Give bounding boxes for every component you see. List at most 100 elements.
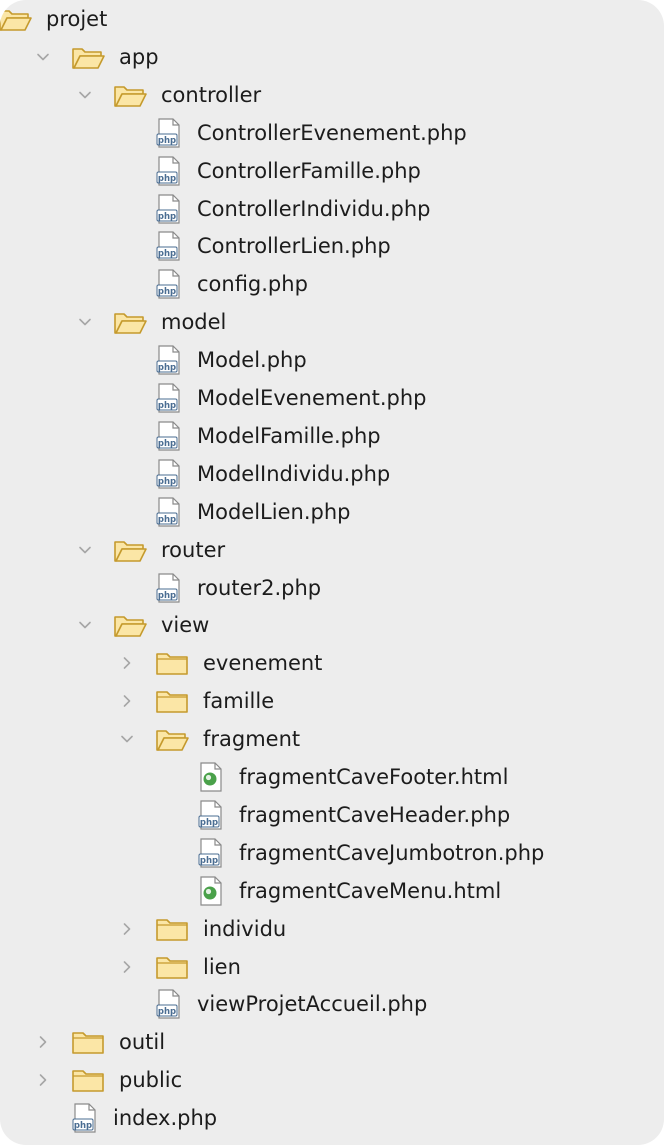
chevron-right-icon[interactable] [33,1070,53,1090]
tree-file-row[interactable]: php Model.php [117,341,307,379]
tree-file-row[interactable]: php ControllerIndividu.php [117,190,431,228]
php-file-icon: php [155,269,183,299]
php-file-icon: php [155,118,183,148]
tree-file-row[interactable]: php viewProjetAccueil.php [117,985,427,1023]
tree-folder-row[interactable]: famille [117,682,274,720]
tree-item-label: evenement [203,651,323,676]
php-file-icon: php [155,231,183,261]
open-folder-icon [155,726,189,752]
tree-folder-row[interactable]: individu [117,910,286,948]
tree-file-row[interactable]: fragmentCaveMenu.html [159,872,501,910]
chevron-down-icon[interactable] [75,615,95,635]
tree-file-row[interactable]: php ModelEvenement.php [117,379,426,417]
folder-icon [155,650,189,676]
chevron-down-icon[interactable] [75,540,95,560]
tree-item-label: config.php [197,272,308,297]
chevron-right-icon[interactable] [33,1032,53,1052]
tree-folder-row[interactable]: view [75,606,209,644]
tree-file-row[interactable]: php fragmentCaveHeader.php [159,796,510,834]
tree-file-row[interactable]: php ModelLien.php [117,493,350,531]
folder-icon [155,954,189,980]
tree-item-label: Model.php [197,348,307,373]
tree-folder-row[interactable]: projet [0,0,107,38]
open-folder-icon [113,537,147,563]
tree-item-label: ModelIndividu.php [197,461,391,486]
tree-file-row[interactable]: php index.php [33,1099,217,1137]
svg-text:php: php [158,477,176,487]
chevron-down-icon[interactable] [33,47,53,67]
tree-folder-row[interactable]: controller [75,76,261,114]
php-file-icon: php [155,572,183,603]
tree-folder-row[interactable]: outil [33,1023,165,1061]
tree-folder-row[interactable]: evenement [117,644,322,682]
tree-file-row[interactable]: php config.php [117,265,308,303]
tree-item-label: lien [203,954,241,979]
tree-file-row[interactable]: fragmentCaveFooter.html [159,758,508,796]
php-file-icon: php [197,800,225,830]
tree-folder-row[interactable]: public [33,1061,182,1099]
tree-file-row[interactable]: php router2.php [117,569,321,607]
svg-text:php: php [158,174,176,184]
tree-item-label: viewProjetAccueil.php [197,992,428,1017]
tree-item-label: ControllerLien.php [197,234,391,259]
tree-folder-row[interactable]: router [75,531,225,569]
tree-item-label: famille [203,689,275,714]
tree-file-row[interactable]: php ControllerLien.php [117,227,391,265]
tree-folder-row[interactable]: lien [117,948,241,986]
tree-folder-row[interactable]: model [75,303,226,341]
svg-text:php: php [158,136,176,146]
php-file-icon: php [155,345,183,375]
tree-file-row[interactable]: php ModelFamille.php [117,417,381,455]
svg-text:php: php [74,1121,92,1131]
tree-item-label: index.php [113,1106,218,1131]
chevron-down-icon[interactable] [117,729,137,749]
svg-text:php: php [158,439,176,449]
svg-text:php: php [158,1007,176,1017]
open-folder-icon [0,6,32,32]
php-file-icon: php [155,459,183,489]
chevron-right-icon[interactable] [117,919,137,939]
svg-text:php: php [158,591,176,601]
php-file-icon: php [71,1103,99,1133]
php-file-icon: php [155,497,183,527]
folder-icon [155,916,189,942]
tree-folder-row[interactable]: fragment [117,720,300,758]
tree-item-label: fragmentCaveFooter.html [239,765,509,789]
tree-file-row[interactable]: php ModelIndividu.php [117,455,390,493]
tree-item-label: outil [119,1030,166,1055]
svg-text:php: php [158,363,176,373]
chevron-right-icon[interactable] [117,691,137,711]
tree-item-label: ModelEvenement.php [197,386,427,410]
svg-text:php: php [200,818,218,828]
chevron-down-icon[interactable] [75,312,95,332]
svg-text:php: php [158,249,176,259]
tree-file-row[interactable]: php ControllerFamille.php [117,152,421,190]
php-file-icon: php [155,421,183,451]
tree-item-label: ControllerIndividu.php [197,196,431,221]
tree-file-row[interactable]: php ControllerEvenement.php [117,114,467,152]
chevron-right-icon[interactable] [117,653,137,673]
tree-item-label: ModelLien.php [197,499,351,524]
tree-item-label: model [161,310,227,335]
tree-item-label: fragmentCaveMenu.html [239,878,502,903]
folder-icon [155,688,189,714]
php-file-icon: php [155,989,183,1019]
php-file-icon: php [155,193,183,224]
chevron-right-icon[interactable] [117,957,137,977]
tree-item-label: fragmentCaveHeader.php [239,802,511,827]
php-file-icon: php [155,383,183,413]
tree-folder-row[interactable]: app [33,38,159,76]
tree-file-row[interactable]: php fragmentCaveJumbotron.php [159,834,544,872]
tree-item-label: projet [46,7,108,31]
chevron-down-icon[interactable] [75,85,95,105]
svg-text:php: php [158,287,176,297]
tree-item-label: router [161,537,226,562]
